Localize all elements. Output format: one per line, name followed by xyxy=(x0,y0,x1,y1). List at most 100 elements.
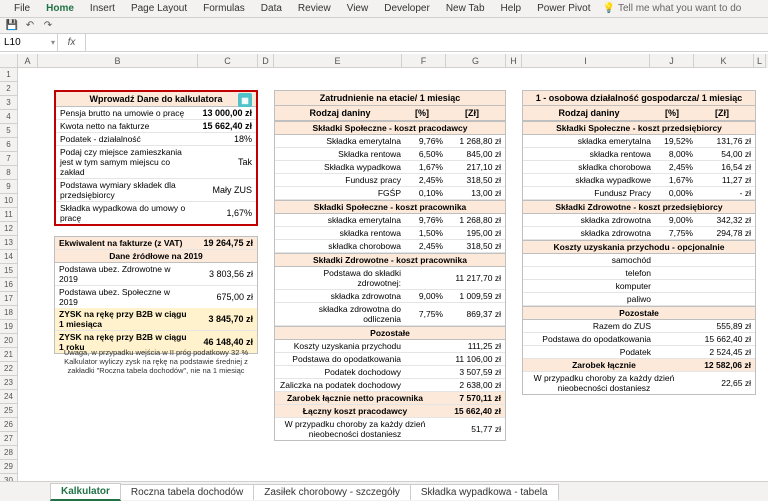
row-17[interactable]: 17 xyxy=(0,292,18,306)
formula-bar: L10 ▾ fx xyxy=(0,34,768,52)
row-28[interactable]: 28 xyxy=(0,446,18,460)
ribbon-tab-data[interactable]: Data xyxy=(253,3,290,14)
row-30[interactable]: 30 xyxy=(0,474,18,481)
tell-me-label: Tell me what you want to do xyxy=(618,3,741,14)
ribbon-tab-developer[interactable]: Developer xyxy=(376,3,438,14)
data-row: Podstawa do opodatkowania15 662,40 zł xyxy=(523,333,755,346)
sheet-tabs: Kalkulator Roczna tabela dochodów Zasiłe… xyxy=(0,481,768,501)
row-3[interactable]: 3 xyxy=(0,96,18,110)
input-value[interactable]: 1,67% xyxy=(192,207,256,219)
row-10[interactable]: 10 xyxy=(0,194,18,208)
row-5[interactable]: 5 xyxy=(0,124,18,138)
row-11[interactable]: 11 xyxy=(0,208,18,222)
ribbon-tab-review[interactable]: Review xyxy=(290,3,339,14)
sheet-tab-roczna[interactable]: Roczna tabela dochodów xyxy=(120,484,254,500)
col-G[interactable]: G xyxy=(446,54,506,68)
row-6[interactable]: 6 xyxy=(0,138,18,152)
ribbon-tab-powerpivot[interactable]: Power Pivot xyxy=(529,3,598,14)
input-row: Kwota netto na fakturze15 662,40 zł xyxy=(56,120,256,133)
col-A[interactable]: A xyxy=(18,54,38,68)
row-4[interactable]: 4 xyxy=(0,110,18,124)
total-row: W przypadku choroby za każdy dzień nieob… xyxy=(523,372,755,394)
row-14[interactable]: 14 xyxy=(0,250,18,264)
select-all-corner[interactable] xyxy=(0,54,18,68)
sheet-tab-kalkulator[interactable]: Kalkulator xyxy=(50,483,121,501)
col-D[interactable]: D xyxy=(258,54,274,68)
row-27[interactable]: 27 xyxy=(0,432,18,446)
data-row: składka rentowa1,50%195,00 zł xyxy=(275,227,505,240)
row-29[interactable]: 29 xyxy=(0,460,18,474)
input-value[interactable]: 18% xyxy=(192,133,256,145)
col-F[interactable]: F xyxy=(402,54,446,68)
input-value[interactable]: Mały ZUS xyxy=(192,184,256,196)
ribbon-tab-file[interactable]: File xyxy=(6,3,38,14)
input-row: Podstawa wymiary składek dla przedsiębio… xyxy=(56,179,256,202)
ribbon-tab-newtab[interactable]: New Tab xyxy=(438,3,493,14)
save-icon[interactable]: 💾 xyxy=(6,20,18,32)
row-19[interactable]: 19 xyxy=(0,320,18,334)
column-headers[interactable]: ABCDEFGHIJKL xyxy=(18,54,768,68)
row-18[interactable]: 18 xyxy=(0,306,18,320)
equiv-block: Ekwiwalent na fakturze (z VAT) 19 264,75… xyxy=(54,236,258,354)
row-25[interactable]: 25 xyxy=(0,404,18,418)
col-K[interactable]: K xyxy=(694,54,754,68)
col-E[interactable]: E xyxy=(274,54,402,68)
ribbon-tab-page-layout[interactable]: Page Layout xyxy=(123,3,195,14)
col-L[interactable]: L xyxy=(754,54,766,68)
data-row: składka wypadkowe1,67%11,27 zł xyxy=(523,174,755,187)
tell-me[interactable]: 💡Tell me what you want to do xyxy=(602,3,741,14)
data-row: FGŚP0,10%13,00 zł xyxy=(275,187,505,200)
grid-canvas[interactable]: Wprowadź Dane do kalkulatora ▦ Pensja br… xyxy=(18,68,768,481)
data-row: telefon xyxy=(523,267,755,280)
ribbon-tab-view[interactable]: View xyxy=(339,3,377,14)
section-header: Składki Społeczne - koszt pracownika xyxy=(275,200,505,214)
col-J[interactable]: J xyxy=(650,54,694,68)
redo-icon[interactable]: ↷ xyxy=(42,20,54,32)
row-1[interactable]: 1 xyxy=(0,68,18,82)
row-24[interactable]: 24 xyxy=(0,390,18,404)
row-8[interactable]: 8 xyxy=(0,166,18,180)
ribbon-tab-help[interactable]: Help xyxy=(493,3,530,14)
data-row: składka emerytalna9,76%1 268,80 zł xyxy=(275,214,505,227)
fx-button[interactable]: fx xyxy=(58,34,86,51)
row-15[interactable]: 15 xyxy=(0,264,18,278)
row-9[interactable]: 9 xyxy=(0,180,18,194)
input-value[interactable]: 15 662,40 zł xyxy=(192,120,256,132)
row-13[interactable]: 13 xyxy=(0,236,18,250)
data-row: składka zdrowotna9,00%342,32 zł xyxy=(523,214,755,227)
row-2[interactable]: 2 xyxy=(0,82,18,96)
input-value[interactable]: Tak xyxy=(192,156,256,168)
row-22[interactable]: 22 xyxy=(0,362,18,376)
row-12[interactable]: 12 xyxy=(0,222,18,236)
row-26[interactable]: 26 xyxy=(0,418,18,432)
input-value[interactable]: 13 000,00 zł xyxy=(192,107,256,119)
profit-row: ZYSK na rękę przy B2B w ciągu 1 miesiąca… xyxy=(55,308,257,331)
row-headers[interactable]: 1234567891011121314151617181920212223242… xyxy=(0,68,18,481)
row-16[interactable]: 16 xyxy=(0,278,18,292)
name-box[interactable]: L10 ▾ xyxy=(0,34,58,51)
col-C[interactable]: C xyxy=(198,54,258,68)
worksheet-grid[interactable]: ABCDEFGHIJKL 123456789101112131415161718… xyxy=(0,54,768,481)
input-row: Składka wypadkowa do umowy o pracę1,67% xyxy=(56,202,256,224)
col-H[interactable]: H xyxy=(506,54,522,68)
total-row: Zarobek łącznie netto pracownika7 570,11… xyxy=(275,392,505,405)
ribbon-tab-formulas[interactable]: Formulas xyxy=(195,3,253,14)
data-row: Fundusz Pracy0,00%- zł xyxy=(523,187,755,200)
row-7[interactable]: 7 xyxy=(0,152,18,166)
section-header: Koszty uzyskania przychodu - opcjonalnie xyxy=(523,240,755,254)
section-header: Składki Społeczne - koszt przedsiębiorcy xyxy=(523,121,755,135)
data-row: paliwo xyxy=(523,293,755,306)
row-21[interactable]: 21 xyxy=(0,348,18,362)
input-row: Podatek - działalność18% xyxy=(56,133,256,146)
formula-input[interactable] xyxy=(86,34,768,51)
undo-icon[interactable]: ↶ xyxy=(24,20,36,32)
section-header: Składki Zdrowotne - koszt przedsiębiorcy xyxy=(523,200,755,214)
col-I[interactable]: I xyxy=(522,54,650,68)
sheet-tab-skladka[interactable]: Składka wypadkowa - tabela xyxy=(410,484,559,500)
ribbon-tab-insert[interactable]: Insert xyxy=(82,3,123,14)
row-20[interactable]: 20 xyxy=(0,334,18,348)
col-B[interactable]: B xyxy=(38,54,198,68)
sheet-tab-zasilek[interactable]: Zasiłek chorobowy - szczegóły xyxy=(253,484,411,500)
ribbon-tab-home[interactable]: Home xyxy=(38,3,82,14)
row-23[interactable]: 23 xyxy=(0,376,18,390)
